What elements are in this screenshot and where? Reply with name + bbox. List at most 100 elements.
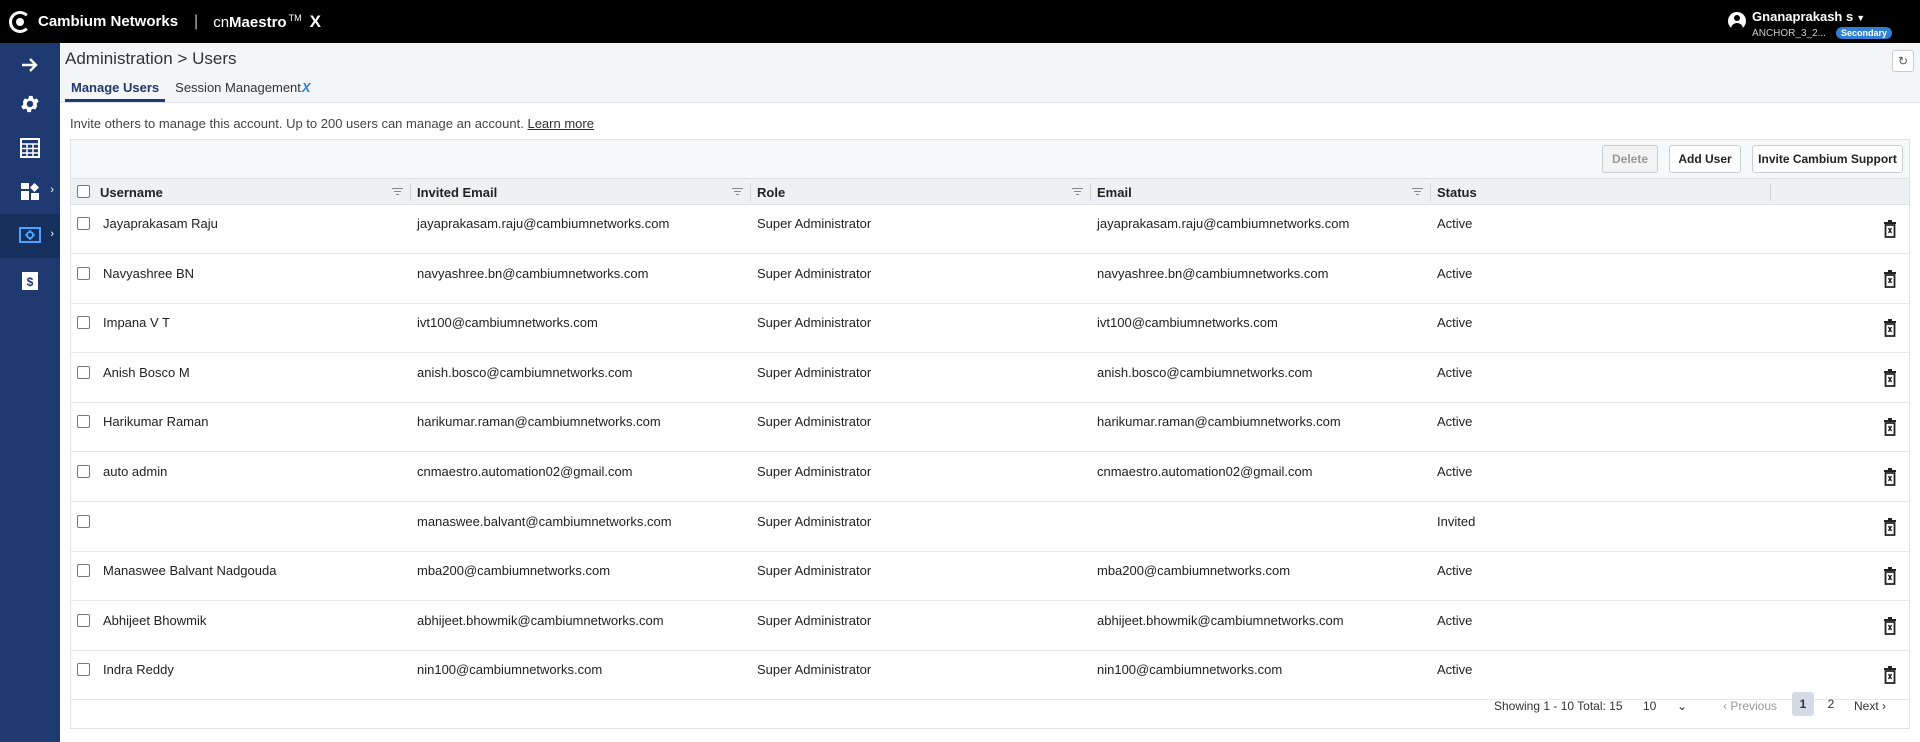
svg-text:$: $ (27, 275, 34, 289)
sidebar-item-reports[interactable] (0, 126, 60, 170)
row-checkbox[interactable] (77, 564, 90, 577)
user-name[interactable]: Gnanaprakash s (1752, 9, 1853, 24)
table-row[interactable]: auto admin cnmaestro.automation02@gmail.c… (71, 453, 1909, 502)
cell-role: Super Administrator (757, 463, 872, 479)
cell-username: auto admin (103, 463, 168, 479)
column-resize-handle[interactable] (1090, 183, 1091, 201)
chevron-right-icon: › (50, 184, 54, 196)
refresh-button[interactable]: ↻ (1892, 50, 1914, 72)
sidebar: › › $ (0, 43, 60, 742)
row-checkbox[interactable] (77, 415, 90, 428)
column-header-status[interactable]: Status (1437, 179, 1477, 205)
sidebar-item-billing[interactable]: $ (0, 259, 60, 303)
cell-username: Navyashree BN (103, 265, 195, 281)
filter-icon[interactable] (732, 188, 743, 196)
content-panel: Invite others to manage this account. Up… (60, 102, 1920, 742)
cell-email: anish.bosco@cambiumnetworks.com (1097, 364, 1313, 380)
learn-more-link[interactable]: Learn more (527, 116, 593, 131)
column-resize-handle[interactable] (1770, 183, 1771, 201)
page-2-button[interactable]: 2 (1820, 692, 1842, 716)
brand-divider: | (194, 12, 199, 30)
account-role-badge: Secondary (1835, 27, 1892, 39)
product-name: cnMaestro TM (213, 13, 301, 31)
sidebar-item-settings[interactable] (0, 82, 60, 126)
product-main: Maestro (229, 13, 287, 31)
cell-invited-email: harikumar.raman@cambiumnetworks.com (417, 413, 661, 429)
column-header-username[interactable]: Username (100, 179, 163, 205)
table-row[interactable]: Anish Bosco M anish.bosco@cambiumnetworks… (71, 354, 1909, 403)
delete-row-icon[interactable] (1883, 418, 1897, 436)
table-row[interactable]: Jayaprakasam Raju jayaprakasam.raju@cambi… (71, 205, 1909, 254)
table-row[interactable]: manaswee.balvant@cambiumnetworks.com Supe… (71, 503, 1909, 552)
delete-row-icon[interactable] (1883, 468, 1897, 486)
cell-username: Manaswee Balvant Nadgouda (103, 562, 277, 578)
delete-row-icon[interactable] (1883, 369, 1897, 387)
select-all-checkbox[interactable] (77, 185, 90, 198)
pagination-summary: Showing 1 - 10 Total: 15 (1494, 699, 1623, 713)
chevron-right-icon: › (1878, 699, 1887, 713)
chevron-down-icon[interactable]: ⌄ (1677, 699, 1687, 713)
row-checkbox[interactable] (77, 217, 90, 230)
column-header-role[interactable]: Role (757, 179, 785, 205)
column-resize-handle[interactable] (410, 183, 411, 201)
cell-username: Anish Bosco M (103, 364, 190, 380)
table-row[interactable]: Manaswee Balvant Nadgouda mba200@cambiumn… (71, 552, 1909, 601)
product-suffix: X (309, 11, 321, 31)
filter-icon[interactable] (1072, 188, 1083, 196)
cell-role: Super Administrator (757, 562, 872, 578)
cell-invited-email: manaswee.balvant@cambiumnetworks.com (417, 513, 672, 529)
column-header-invited-email[interactable]: Invited Email (417, 179, 497, 205)
column-resize-handle[interactable] (1430, 183, 1431, 201)
filter-icon[interactable] (1412, 188, 1423, 196)
table-row[interactable]: Impana V T ivt100@cambiumnetworks.com Supe… (71, 304, 1909, 353)
top-bar: Cambium Networks | cnMaestro TM X Gnanapr… (0, 0, 1920, 43)
tabs: Manage Users Session ManagementX (65, 78, 321, 102)
cambium-logo-icon (9, 10, 31, 33)
page-1-button[interactable]: 1 (1792, 692, 1814, 716)
cell-email: harikumar.raman@cambiumnetworks.com (1097, 413, 1341, 429)
cell-invited-email: navyashree.bn@cambiumnetworks.com (417, 265, 649, 281)
tab-manage-users[interactable]: Manage Users (65, 78, 166, 102)
table-row[interactable]: Abhijeet Bhowmik abhijeet.bhowmik@cambium… (71, 602, 1909, 651)
sidebar-item-widgets[interactable]: › (0, 170, 60, 214)
next-button[interactable]: Next › (1854, 699, 1886, 713)
cell-email: nin100@cambiumnetworks.com (1097, 661, 1283, 677)
delete-row-icon[interactable] (1883, 270, 1897, 288)
billing-icon: $ (22, 272, 38, 290)
cell-role: Super Administrator (757, 215, 872, 231)
delete-row-icon[interactable] (1883, 319, 1897, 337)
sidebar-item-expand[interactable] (0, 43, 60, 87)
row-checkbox[interactable] (77, 663, 90, 676)
caret-down-icon[interactable]: ▼ (1856, 13, 1865, 23)
row-checkbox[interactable] (77, 366, 90, 379)
cell-role: Super Administrator (757, 314, 872, 330)
table-row[interactable]: Navyashree BN navyashree.bn@cambiumnetwor… (71, 255, 1909, 304)
cell-invited-email: mba200@cambiumnetworks.com (417, 562, 611, 578)
invite-cambium-support-button[interactable]: Invite Cambium Support (1752, 145, 1903, 173)
delete-row-icon[interactable] (1883, 220, 1897, 238)
table-row[interactable]: Harikumar Raman harikumar.raman@cambiumne… (71, 403, 1909, 452)
cell-invited-email: nin100@cambiumnetworks.com (417, 661, 603, 677)
delete-row-icon[interactable] (1883, 518, 1897, 536)
row-checkbox[interactable] (77, 267, 90, 280)
row-checkbox[interactable] (77, 515, 90, 528)
tab-session-management[interactable]: Session ManagementX (169, 78, 316, 102)
filter-icon[interactable] (392, 188, 403, 196)
cell-username: Jayaprakasam Raju (103, 215, 218, 231)
previous-button[interactable]: ‹ Previous (1723, 699, 1777, 713)
delete-button[interactable]: Delete (1602, 145, 1658, 173)
user-menu[interactable]: Gnanaprakash s ▼ ANCHOR_3_2... Secondary (1728, 8, 1892, 39)
page-size-select[interactable]: 10 (1643, 699, 1656, 713)
delete-row-icon[interactable] (1883, 617, 1897, 635)
row-checkbox[interactable] (77, 614, 90, 627)
sidebar-item-administration[interactable]: › (0, 214, 60, 258)
delete-row-icon[interactable] (1883, 666, 1897, 684)
delete-row-icon[interactable] (1883, 567, 1897, 585)
column-header-email[interactable]: Email (1097, 179, 1132, 205)
row-checkbox[interactable] (77, 465, 90, 478)
add-user-button[interactable]: Add User (1669, 145, 1741, 173)
cell-role: Super Administrator (757, 413, 872, 429)
row-checkbox[interactable] (77, 316, 90, 329)
column-resize-handle[interactable] (750, 183, 751, 201)
gear-icon (21, 95, 39, 113)
